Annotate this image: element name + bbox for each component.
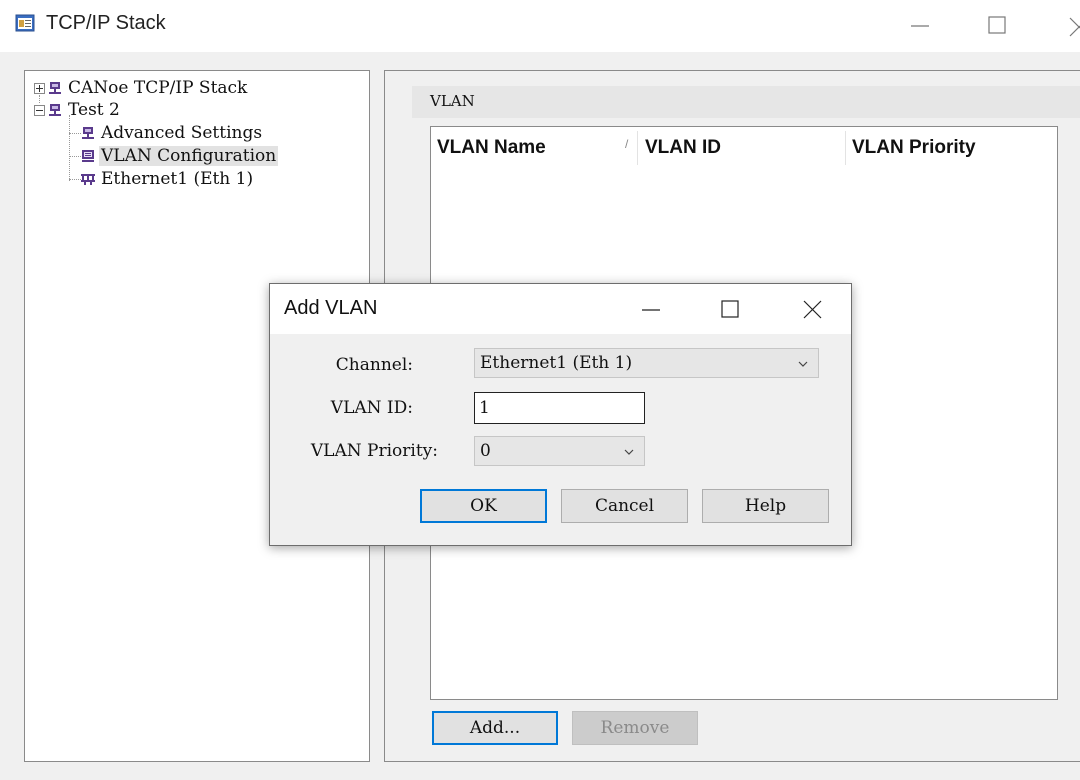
add-vlan-dialog: Add VLAN Channel: Ethernet1 (Eth 1) VLAN… [269,283,852,546]
column-header-vlan-name[interactable]: VLAN Name [437,133,546,163]
add-button[interactable]: Add... [432,711,558,745]
tree-item-ethernet1[interactable]: Ethernet1 (Eth 1) [81,168,255,190]
tree-item-label: Ethernet1 (Eth 1) [101,169,254,189]
channel-label: Channel: [335,355,413,375]
close-icon [1069,17,1080,37]
tree-connector [69,115,70,181]
tree-item-advanced-settings[interactable]: Advanced Settings [81,122,264,144]
tree-connector [69,133,81,134]
tree-item-label: Test 2 [68,100,120,120]
help-button[interactable]: Help [702,489,829,523]
dialog-maximize-button[interactable] [706,292,756,326]
window-title: TCP/IP Stack [46,12,166,34]
remove-button[interactable]: Remove [572,711,698,745]
vlan-priority-value: 0 [480,441,491,461]
tree-connector [69,179,81,180]
collapse-icon[interactable] [34,104,45,116]
tree-item-canoe-tcpip-stack[interactable]: CANoe TCP/IP Stack [34,77,249,99]
vlan-priority-select[interactable]: 0 [474,436,645,466]
column-separator[interactable] [845,131,846,165]
ok-button[interactable]: OK [420,489,547,523]
column-separator[interactable] [637,131,638,165]
vlan-id-label: VLAN ID: [330,398,413,418]
minimize-icon [911,25,929,27]
minimize-button[interactable] [896,8,942,42]
channel-value: Ethernet1 (Eth 1) [480,353,633,373]
section-header: VLAN [412,86,1080,118]
sort-indicator-icon: / [625,137,629,151]
vlan-priority-label: VLAN Priority: [310,441,438,461]
tree-item-label: CANoe TCP/IP Stack [68,78,248,98]
ethernet-icon [81,174,95,185]
dialog-title-bar: Add VLAN [270,284,851,334]
close-button[interactable] [1050,8,1080,42]
dialog-close-button[interactable] [788,292,838,326]
channel-select[interactable]: Ethernet1 (Eth 1) [474,348,819,378]
column-header-vlan-id[interactable]: VLAN ID [645,133,721,163]
title-bar: TCP/IP Stack [0,0,1080,52]
tree-item-test-2[interactable]: Test 2 [34,99,122,121]
expand-icon[interactable] [34,82,45,94]
close-icon [803,300,822,319]
network-node-icon [49,82,61,94]
network-node-icon [49,104,61,116]
maximize-button[interactable] [974,8,1020,42]
cancel-button[interactable]: Cancel [561,489,688,523]
maximize-icon [721,300,739,318]
maximize-icon [988,16,1006,34]
chevron-down-icon [798,361,808,367]
vlan-config-icon [82,150,94,162]
vlan-id-input[interactable]: 1 [474,392,645,424]
minimize-icon [642,309,660,311]
tree-connector [69,156,81,157]
chevron-down-icon [624,449,634,455]
network-node-icon [82,127,94,139]
column-header-vlan-priority[interactable]: VLAN Priority [852,133,976,163]
dialog-minimize-button[interactable] [626,292,676,326]
tree-item-label: VLAN Configuration [99,146,279,166]
app-icon [15,14,35,32]
tree-item-vlan-configuration[interactable]: VLAN Configuration [81,145,279,167]
dialog-title: Add VLAN [284,297,378,319]
tree-item-label: Advanced Settings [101,123,263,143]
section-title: VLAN [430,92,475,110]
